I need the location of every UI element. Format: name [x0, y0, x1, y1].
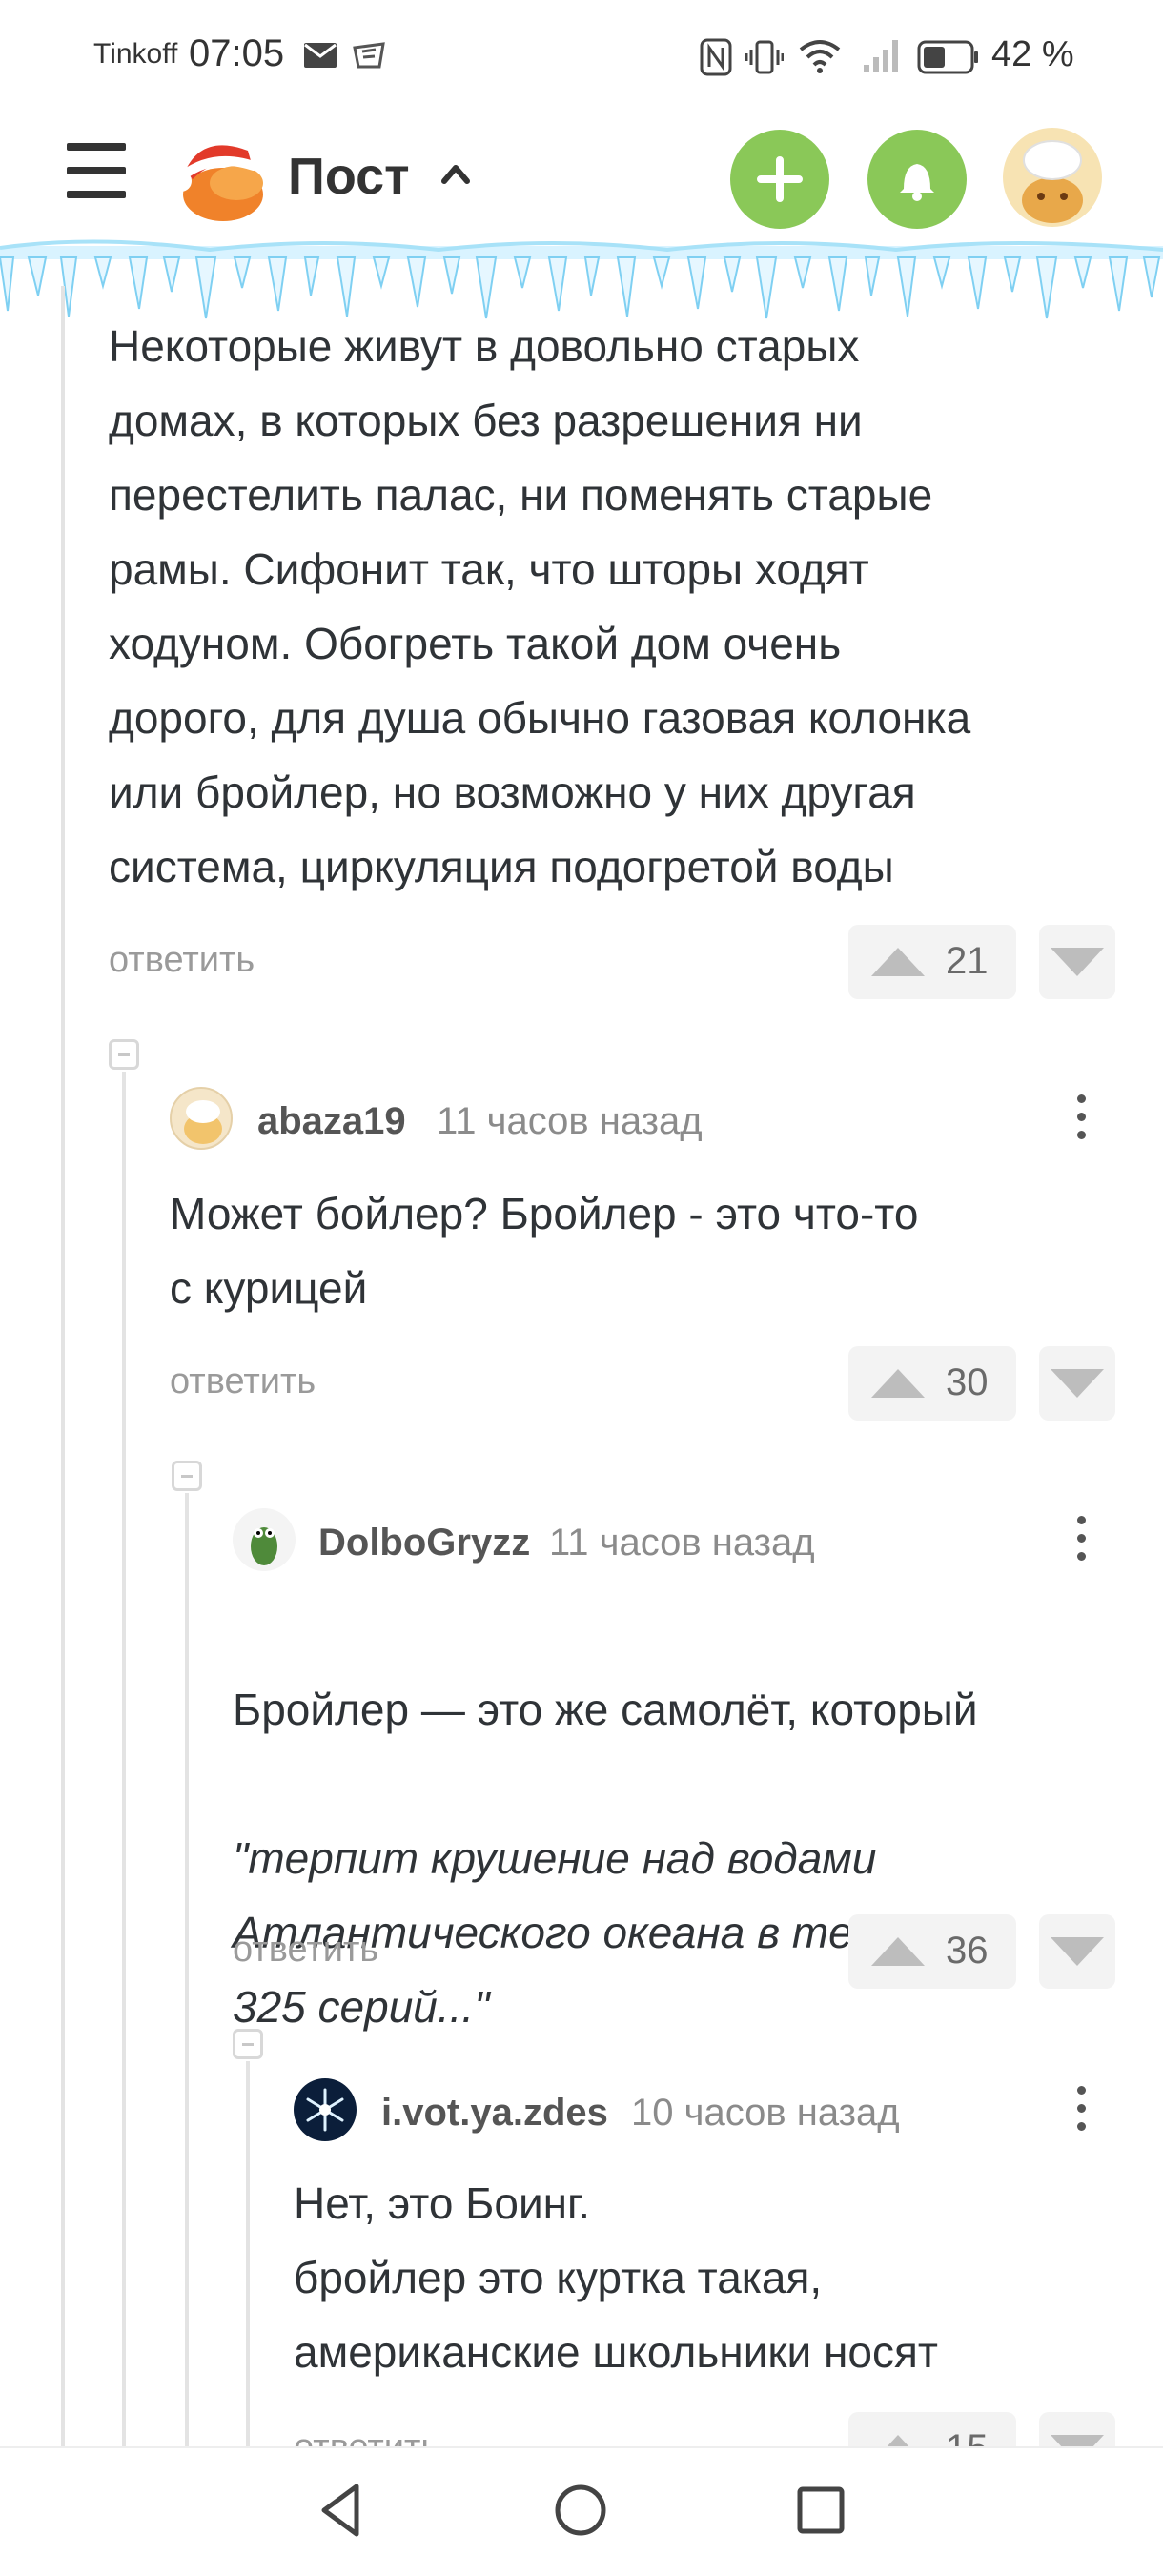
menu-icon[interactable]	[67, 143, 126, 198]
thread-line-level-2[interactable]	[185, 1493, 189, 2446]
system-navigation-bar	[0, 2446, 1163, 2576]
carrier-name: Tinkoff	[93, 38, 178, 70]
comment-time[interactable]: 11 часов назад	[437, 1100, 703, 1143]
battery-percentage: 42 %	[991, 34, 1074, 74]
arrow-down-icon	[1051, 948, 1104, 976]
arrow-down-icon	[1051, 1937, 1104, 1966]
arrow-up-icon	[871, 1369, 925, 1398]
status-time: 07:05	[189, 32, 285, 74]
wifi-icon	[799, 40, 841, 73]
author-name[interactable]: abaza19	[257, 1100, 406, 1143]
comment-time[interactable]: 10 часов назад	[631, 2092, 900, 2135]
comment-header: i.vot.ya.zdes 10 часов назад	[294, 2078, 1123, 2145]
reply-link[interactable]: ответить	[170, 1361, 316, 1402]
thread-line-level-0[interactable]	[61, 286, 65, 2446]
santa-hat-logo-icon[interactable]	[160, 128, 275, 233]
home-icon[interactable]	[547, 2477, 614, 2544]
signal-icon	[864, 40, 898, 72]
comment-text-plain: Бройлер — это же самолёт, который	[233, 1685, 978, 1734]
avatar[interactable]	[170, 1087, 233, 1150]
chevron-up-icon[interactable]	[437, 154, 475, 193]
arrow-up-icon	[871, 1937, 925, 1966]
avatar[interactable]	[233, 1508, 296, 1571]
mail-icon	[304, 43, 337, 68]
more-options-icon[interactable]	[1062, 2080, 1100, 2137]
author-name[interactable]: DolboGryzz	[318, 1522, 530, 1564]
more-options-icon[interactable]	[1062, 1089, 1100, 1146]
downvote-button[interactable]	[1039, 925, 1115, 999]
comment-time[interactable]: 11 часов назад	[549, 1522, 815, 1564]
collapse-button[interactable]	[172, 1461, 202, 1491]
bell-icon	[900, 164, 934, 201]
comment-text: Может бойлер? Бройлер - это что-то с кур…	[170, 1189, 919, 1313]
page-title[interactable]: Пост	[288, 147, 410, 206]
add-post-button[interactable]	[730, 130, 829, 229]
downvote-button[interactable]	[1039, 1346, 1115, 1421]
rating-count: 36	[946, 1930, 989, 1972]
rating-count: 30	[946, 1361, 989, 1403]
back-icon[interactable]	[309, 2477, 376, 2544]
avatar[interactable]	[294, 2078, 357, 2141]
downvote-button[interactable]	[1039, 1914, 1115, 1989]
comment-header: DolboGryzz 11 часов назад	[233, 1508, 1123, 1575]
vibrate-icon	[745, 40, 784, 74]
rating-count: 21	[946, 940, 989, 982]
comment-text: Некоторые живут в довольно старых домах,…	[109, 321, 971, 891]
plus-icon	[757, 156, 803, 202]
notifications-button[interactable]	[867, 130, 967, 229]
author-name[interactable]: i.vot.ya.zdes	[381, 2092, 608, 2135]
arrow-up-icon	[871, 948, 925, 976]
upvote-button[interactable]: 30	[848, 1346, 1016, 1421]
reply-link[interactable]: ответить	[109, 940, 255, 981]
more-options-icon[interactable]	[1062, 1510, 1100, 1567]
upvote-button[interactable]: 36	[848, 1914, 1016, 1989]
battery-icon	[917, 40, 978, 74]
thread-line-level-3[interactable]	[246, 2061, 250, 2446]
recents-icon[interactable]	[787, 2477, 854, 2544]
user-avatar-icon[interactable]	[1003, 128, 1102, 227]
sim-icon	[353, 42, 385, 69]
collapse-button[interactable]	[109, 1039, 139, 1070]
thread-line-level-1[interactable]	[122, 1072, 126, 2446]
reply-link[interactable]: ответить	[233, 1930, 378, 1971]
comment-header: abaza19 11 часов назад	[170, 1087, 1123, 1154]
status-bar: Tinkoff 07:05 42 %	[0, 0, 1163, 112]
arrow-down-icon	[1051, 1369, 1104, 1398]
upvote-button[interactable]: 21	[848, 925, 1016, 999]
comment-text: Нет, это Боинг. бройлер это куртка такая…	[294, 2178, 938, 2377]
nfc-icon	[700, 38, 732, 76]
collapse-button[interactable]	[233, 2029, 263, 2059]
